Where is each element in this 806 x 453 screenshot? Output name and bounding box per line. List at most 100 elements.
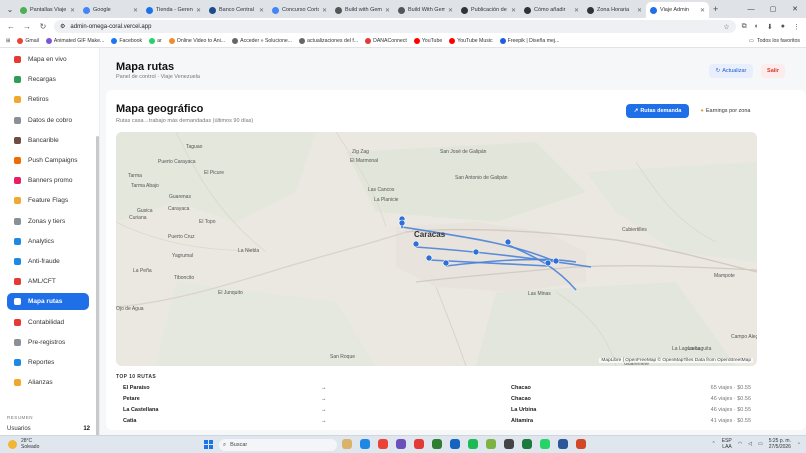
sidebar-item[interactable]: Bancarible [7, 132, 89, 149]
windows-start-icon[interactable] [204, 440, 214, 450]
route-row: La Castellana → La Urbina 46 viajes · $0.55 [116, 405, 757, 416]
sidebar-item[interactable]: Mapa en vivo [7, 51, 89, 68]
map-attribution[interactable]: MapLibre | OpenFreeMap © OpenMapTiles Da… [599, 358, 753, 363]
battery-icon[interactable]: ▭ [758, 441, 763, 447]
new-tab-button[interactable]: + [713, 4, 718, 14]
tab-close-icon[interactable]: ✕ [574, 7, 579, 14]
sidebar-item[interactable]: Recargas [7, 71, 89, 88]
tab-close-icon[interactable]: ✕ [70, 7, 75, 14]
wifi-icon[interactable]: ◠ [738, 441, 742, 447]
sidebar-item[interactable]: Alianzas [7, 374, 89, 391]
menu-icon[interactable]: ⋮ [793, 23, 800, 31]
tab-close-icon[interactable]: ✕ [637, 7, 642, 14]
download-icon[interactable]: ⬇ [767, 23, 773, 31]
powerpoint-icon[interactable] [576, 439, 586, 449]
sidebar-item[interactable]: Feature Flags [7, 192, 89, 209]
bookmark-item[interactable]: YouTube [413, 38, 442, 44]
language-indicator[interactable]: ESP LAA [722, 438, 732, 450]
sidebar-item[interactable]: Anti-fraude [7, 253, 89, 270]
account-icon[interactable]: ● [781, 23, 785, 31]
tab-close-icon[interactable]: ✕ [700, 7, 705, 14]
sidebar-item[interactable]: Analytics [7, 233, 89, 250]
tab-search-icon[interactable]: ⌄ [4, 3, 16, 15]
browser-tab[interactable]: Google ✕ [79, 2, 142, 18]
sidebar-item[interactable]: Push Campaigns [7, 152, 89, 169]
bookmark-item[interactable]: DANAConnect [365, 38, 407, 44]
tab-earnings-zone[interactable]: ● Earnings por zona [694, 104, 757, 118]
browser-tab[interactable]: Zona Horaria ✕ [583, 2, 646, 18]
tab-close-icon[interactable]: ✕ [511, 7, 516, 14]
browser-tab[interactable]: Concurso Corto ✕ [268, 2, 331, 18]
file-explorer-icon[interactable] [342, 439, 352, 449]
spotify-icon[interactable] [468, 439, 478, 449]
bookmark-item[interactable]: YouTube Music [449, 38, 493, 44]
forward-icon[interactable]: → [22, 22, 32, 31]
bookmark-item[interactable]: ar [149, 38, 162, 44]
sidebar-scrollbar[interactable] [96, 136, 99, 435]
bookmark-star-icon[interactable]: ☆ [723, 23, 729, 31]
route-map[interactable]: Taguao Puerto Carayaca Tarma Tarma Abajo Car… [116, 132, 757, 366]
browser-tab[interactable]: Build With Gemini✕ [394, 2, 457, 18]
all-bookmarks[interactable]: ▭ Todos los favoritos [749, 38, 800, 44]
whatsapp-icon[interactable] [432, 439, 442, 449]
apps-icon[interactable]: ⊞ [6, 38, 10, 44]
sidebar-item[interactable]: Banners promo [7, 172, 89, 189]
sidebar-item[interactable]: Reportes [7, 354, 89, 371]
browser-tab[interactable]: Tienda - Gerencia✕ [142, 2, 205, 18]
chrome-icon[interactable] [378, 439, 388, 449]
minimize-icon[interactable]: — [740, 0, 762, 18]
sidebar-item[interactable]: AML/CFT [7, 273, 89, 290]
sidebar-item[interactable]: Retiros [7, 91, 89, 108]
app-icon-green[interactable] [486, 439, 496, 449]
tab-close-icon[interactable]: ✕ [133, 7, 138, 14]
maximize-icon[interactable]: ▢ [762, 0, 784, 18]
sidebar-item[interactable]: Datos de cobro [7, 112, 89, 129]
profile-icon[interactable]: ◐ [755, 23, 759, 31]
clock[interactable]: 5:25 p. m. 27/5/2026 [769, 438, 791, 450]
tab-close-icon[interactable]: ✕ [322, 7, 327, 14]
app-icon-purple[interactable] [396, 439, 406, 449]
reload-icon[interactable]: ↻ [38, 22, 48, 31]
bookmark-item[interactable]: Online Video to Ani... [168, 38, 225, 44]
browser-tab[interactable]: Banco Central ✕ [205, 2, 268, 18]
tab-close-icon[interactable]: ✕ [259, 7, 264, 14]
edge-icon[interactable] [360, 439, 370, 449]
bookmark-item[interactable]: Gmail [17, 38, 39, 44]
bookmark-item[interactable]: Acceder » Solucione... [232, 38, 292, 44]
logout-button[interactable]: Salir [761, 64, 785, 78]
browser-tab[interactable]: Pantallas Viaje ✕ [16, 2, 79, 18]
app-icon-dark[interactable] [504, 439, 514, 449]
bookmark-item[interactable]: actualizaciones del f... [299, 38, 358, 44]
tab-routes-demand[interactable]: ↗ Rutas demanda [626, 104, 689, 118]
sidebar-item[interactable]: Contabilidad [7, 314, 89, 331]
sidebar-item[interactable]: Mapa rutas [7, 293, 89, 311]
tab-close-icon[interactable]: ✕ [196, 7, 201, 14]
bookmark-item[interactable]: Facebook [111, 38, 142, 44]
word-icon[interactable] [558, 439, 568, 449]
notifications-icon[interactable]: ◔ [797, 441, 800, 447]
browser-tab[interactable]: Viaje Admin ✕ [646, 2, 709, 18]
browser-tab[interactable]: Publicación de ✕ [457, 2, 520, 18]
site-info-icon[interactable]: ⚙ [60, 23, 65, 30]
browser-tab[interactable]: Build with Gemini✕ [331, 2, 394, 18]
opera-icon[interactable] [414, 439, 424, 449]
close-window-icon[interactable]: ✕ [784, 0, 806, 18]
extensions-icon[interactable]: ⧉ [742, 23, 747, 31]
bookmark-item[interactable]: Animated GIF Make... [45, 38, 104, 44]
weather-widget[interactable]: 28°C Soleado [8, 438, 39, 450]
browser-tab[interactable]: Cómo añadir ✕ [520, 2, 583, 18]
whatsapp-2-icon[interactable] [540, 439, 550, 449]
back-icon[interactable]: ← [6, 22, 16, 31]
url-input[interactable]: ⚙ admin-omega-coral.vercel.app ☆ [54, 20, 736, 33]
volume-icon[interactable]: ◁ [748, 441, 752, 447]
bookmark-item[interactable]: Freepik | Diseña mej... [499, 38, 559, 44]
sidebar-item[interactable]: Zonas y tiers [7, 213, 89, 230]
refresh-button[interactable]: ↻ Actualizar [709, 64, 753, 78]
tab-close-icon[interactable]: ✕ [385, 7, 390, 14]
app-icon-blue[interactable] [450, 439, 460, 449]
excel-icon[interactable] [522, 439, 532, 449]
tray-chevron-icon[interactable]: ⌃ [712, 441, 716, 447]
sidebar-item[interactable]: Pre-registros [7, 334, 89, 351]
tab-close-icon[interactable]: ✕ [448, 7, 453, 14]
taskbar-search[interactable]: ⌕ Buscar [219, 439, 337, 451]
